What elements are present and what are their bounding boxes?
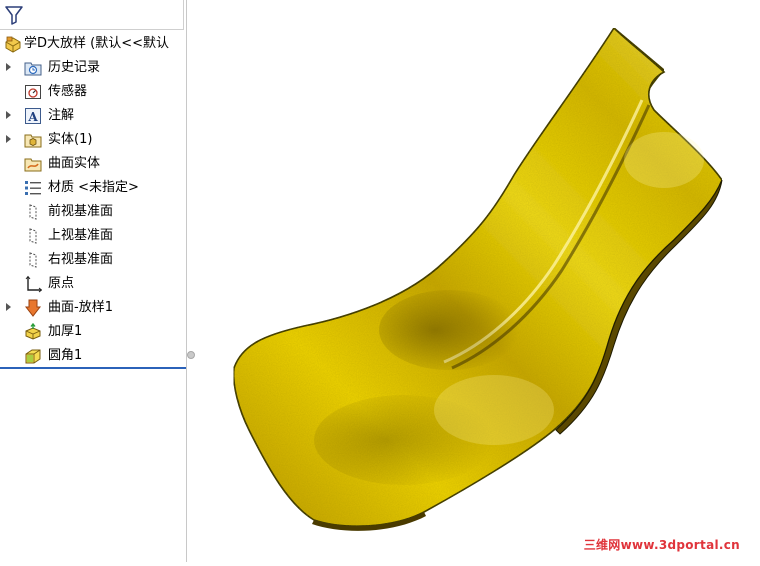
- tree-item-label: 曲面实体: [48, 156, 101, 171]
- filter-icon[interactable]: [5, 5, 23, 25]
- plane-icon: [29, 228, 37, 244]
- part-icon: [5, 36, 21, 53]
- material-icon: [25, 181, 41, 195]
- tree-item-label: 圆角1: [48, 348, 83, 363]
- surface-bodies-icon: [24, 158, 42, 172]
- origin-icon: [25, 275, 42, 293]
- sensor-icon: [25, 85, 41, 99]
- plane-icon: [29, 252, 37, 268]
- watermark-text: 三维网www.3dportal.cn: [583, 538, 740, 552]
- tree-item-label: 材质 <未指定>: [48, 180, 139, 195]
- rollback-bar[interactable]: [0, 367, 186, 369]
- tree-item-material[interactable]: 材质 <未指定>: [0, 176, 186, 200]
- tree-item-label: 历史记录: [48, 60, 101, 75]
- expand-arrow-icon[interactable]: [6, 303, 11, 311]
- tree-item-front-plane[interactable]: 前视基准面: [0, 200, 186, 224]
- annotation-icon: A: [25, 108, 41, 124]
- history-folder-icon: [24, 62, 42, 76]
- expand-arrow-icon[interactable]: [6, 111, 11, 119]
- tree-item-origin[interactable]: 原点: [0, 272, 186, 296]
- tree-item-surface-bodies[interactable]: 曲面实体: [0, 152, 186, 176]
- tree-root-label: 学D大放样 (默认<<默认: [24, 36, 169, 51]
- surface-loft-icon: [24, 299, 42, 317]
- plane-icon: [29, 204, 37, 220]
- svg-text:A: A: [27, 110, 38, 124]
- tree-item-label: 加厚1: [48, 324, 83, 339]
- tree-item-surface-loft[interactable]: 曲面-放样1: [0, 296, 186, 320]
- tree-item-label: 实体(1): [48, 132, 93, 147]
- feature-manager-tree: 学D大放样 (默认<<默认 历史记录 传感器 A 注解 实体(1) 曲面实体 材…: [0, 0, 187, 562]
- tree-item-label: 曲面-放样1: [48, 300, 113, 315]
- tree-item-history[interactable]: 历史记录: [0, 56, 186, 80]
- tree-item-label: 前视基准面: [48, 204, 114, 219]
- fillet-icon: [25, 349, 41, 364]
- tree-item-label: 原点: [48, 276, 75, 291]
- tree-item-label: 注解: [48, 108, 75, 123]
- tree-root-part[interactable]: 学D大放样 (默认<<默认: [0, 32, 186, 56]
- filter-bar: [0, 0, 184, 30]
- expand-arrow-icon[interactable]: [6, 135, 11, 143]
- tree-item-thicken[interactable]: 加厚1: [0, 320, 186, 344]
- expand-arrow-icon[interactable]: [6, 63, 11, 71]
- tree-item-label: 传感器: [48, 84, 88, 99]
- tree-item-label: 上视基准面: [48, 228, 114, 243]
- tree-item-fillet[interactable]: 圆角1: [0, 344, 186, 368]
- model-view: [232, 26, 723, 531]
- tree-item-sensors[interactable]: 传感器: [0, 80, 186, 104]
- tree-item-label: 右视基准面: [48, 252, 114, 267]
- solid-bodies-icon: [24, 134, 42, 148]
- tree-item-annotations[interactable]: A 注解: [0, 104, 186, 128]
- tree-item-solid-bodies[interactable]: 实体(1): [0, 128, 186, 152]
- graphics-area[interactable]: 三维网www.3dportal.cn: [194, 0, 760, 562]
- thicken-icon: [25, 323, 41, 340]
- tree-item-right-plane[interactable]: 右视基准面: [0, 248, 186, 272]
- tree-item-top-plane[interactable]: 上视基准面: [0, 224, 186, 248]
